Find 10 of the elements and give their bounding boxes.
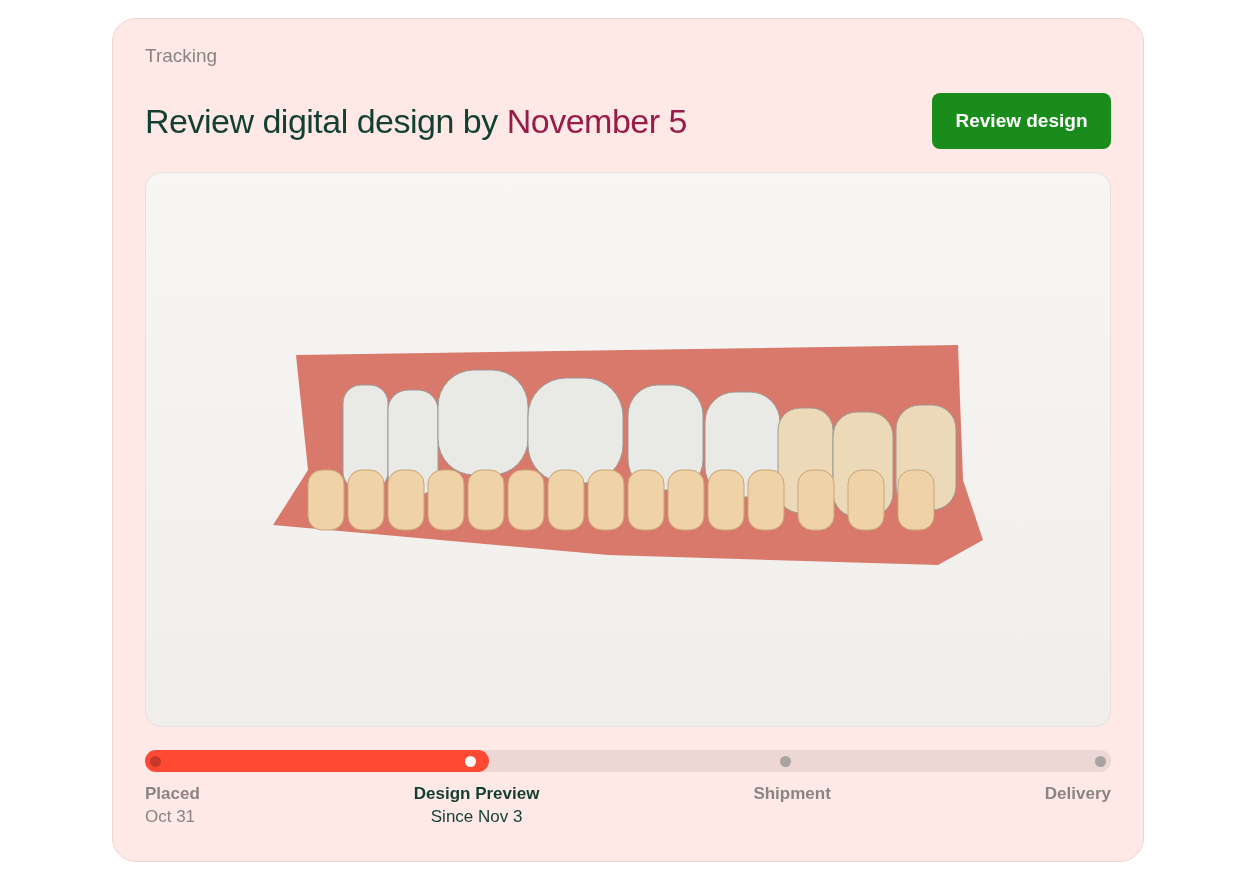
step-label: Placed [145,784,200,804]
review-design-button[interactable]: Review design [932,93,1111,149]
step-date: Since Nov 3 [430,807,523,827]
page-heading: Review digital design by November 5 [145,101,687,141]
step-label: Shipment [753,784,831,804]
step-label: Design Preview [413,784,540,804]
section-label: Tracking [145,45,219,67]
step-date: Oct 31 [145,807,196,827]
model-viewer[interactable] [145,172,1111,727]
step-label: Delivery [1044,784,1111,804]
